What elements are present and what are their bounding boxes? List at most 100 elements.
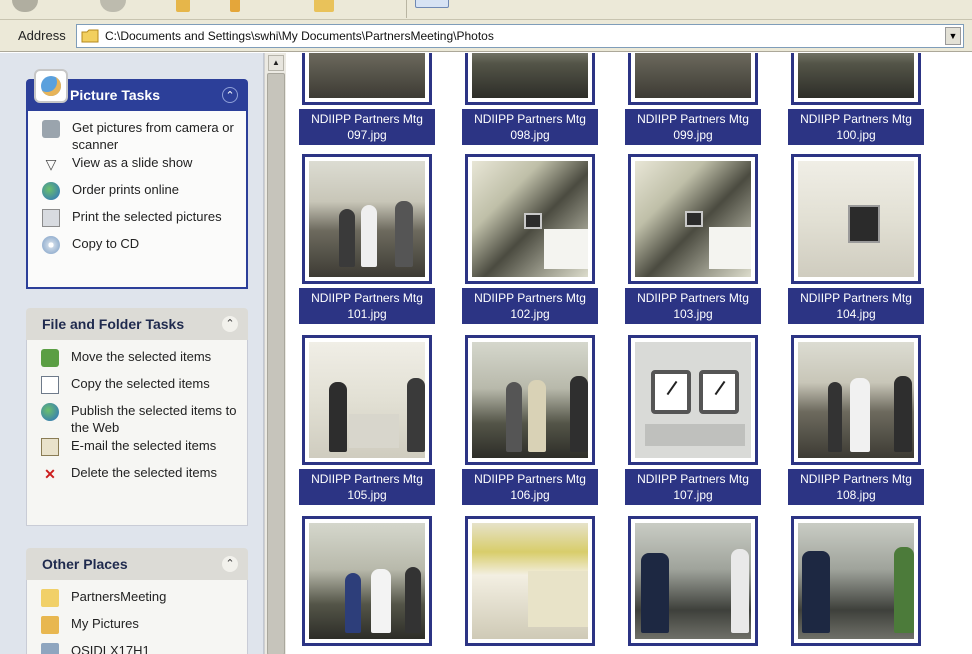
place-label: PartnersMeeting <box>71 589 167 604</box>
task-copy-items[interactable]: Copy the selected items <box>41 375 239 401</box>
thumbnail-photo <box>309 53 425 98</box>
folders-button[interactable] <box>314 0 334 12</box>
address-bar: Address C:\Documents and Settings\swhi\M… <box>0 20 972 52</box>
thumbnail-caption: NDIIPP Partners Mtg 106.jpg <box>462 469 598 505</box>
place-my-pictures[interactable]: My Pictures <box>41 615 239 641</box>
thumbnail-frame <box>302 154 432 284</box>
task-label: E-mail the selected items <box>71 438 217 453</box>
thumbnail-frame <box>791 53 921 105</box>
scroll-thumb[interactable] <box>267 73 285 654</box>
slideshow-icon: ▽ <box>45 156 57 172</box>
place-partnersmeeting[interactable]: PartnersMeeting <box>41 588 239 614</box>
thumbnail-item[interactable]: NDIIPP Partners Mtg 097.jpg <box>299 53 435 145</box>
thumbnail-caption: NDIIPP Partners Mtg 102.jpg <box>462 288 598 324</box>
thumbnail-item[interactable]: NDIIPP Partners Mtg 103.jpg <box>625 154 761 324</box>
cd-icon <box>42 236 60 254</box>
thumbnail-caption: NDIIPP Partners Mtg 099.jpg <box>625 109 761 145</box>
thumbnail-item[interactable] <box>465 516 595 650</box>
task-label: Delete the selected items <box>71 465 217 480</box>
task-print-pictures[interactable]: Print the selected pictures <box>42 208 238 234</box>
other-places-header[interactable]: Other Places ⌃ <box>26 548 248 580</box>
copy-icon <box>41 376 59 394</box>
task-label: Copy to CD <box>72 236 140 251</box>
task-move-items[interactable]: Move the selected items <box>41 348 239 374</box>
thumbnail-item[interactable]: NDIIPP Partners Mtg 106.jpg <box>462 335 598 505</box>
thumbnail-photo <box>798 342 914 458</box>
thumbnail-item[interactable] <box>791 516 921 650</box>
thumbnail-frame <box>465 335 595 465</box>
task-publish-web[interactable]: Publish the selected items to the Web <box>41 402 239 436</box>
thumbnail-photo <box>635 161 751 277</box>
thumbnail-caption: NDIIPP Partners Mtg 101.jpg <box>299 288 435 324</box>
task-order-prints[interactable]: Order prints online <box>42 181 238 207</box>
place-computer[interactable]: OSIDLX17H1 <box>41 642 239 654</box>
task-get-pictures[interactable]: Get pictures from camera or scanner <box>42 119 238 153</box>
thumbnail-frame <box>302 335 432 465</box>
thumbnail-photo <box>635 53 751 98</box>
thumbnail-item[interactable]: NDIIPP Partners Mtg 099.jpg <box>625 53 761 145</box>
thumbnail-photo <box>635 523 751 639</box>
email-icon <box>41 438 59 456</box>
thumbnail-caption: NDIIPP Partners Mtg 107.jpg <box>625 469 761 505</box>
views-button[interactable] <box>415 0 449 8</box>
task-label: Publish the selected items to the Web <box>71 403 237 435</box>
task-slide-show[interactable]: ▽ View as a slide show <box>42 154 238 180</box>
task-delete-items[interactable]: ✕ Delete the selected items <box>41 464 239 490</box>
task-pane-scrollbar[interactable]: ▲ <box>264 53 286 654</box>
thumbnail-item[interactable]: NDIIPP Partners Mtg 105.jpg <box>299 335 435 505</box>
thumbnail-item[interactable]: NDIIPP Partners Mtg 104.jpg <box>788 154 924 324</box>
camera-icon <box>42 120 60 138</box>
thumbnail-caption: NDIIPP Partners Mtg 108.jpg <box>788 469 924 505</box>
thumbnail-item[interactable]: NDIIPP Partners Mtg 102.jpg <box>462 154 598 324</box>
thumbnail-item[interactable]: NDIIPP Partners Mtg 101.jpg <box>299 154 435 324</box>
thumbnail-grid: NDIIPP Partners Mtg 097.jpg NDIIPP Partne… <box>286 53 972 654</box>
picture-tasks-header[interactable]: Picture Tasks ⌃ <box>26 69 248 111</box>
thumbnail-frame <box>791 335 921 465</box>
thumbnail-photo <box>472 523 588 639</box>
thumbnail-item[interactable]: NDIIPP Partners Mtg 107.jpg <box>625 335 761 505</box>
thumbnail-photo <box>798 161 914 277</box>
thumbnail-item[interactable] <box>302 516 432 650</box>
thumbnail-frame <box>465 516 595 646</box>
task-label: Print the selected pictures <box>72 209 222 224</box>
collapse-icon[interactable]: ⌃ <box>222 87 238 103</box>
thumbnail-frame <box>465 154 595 284</box>
search-button[interactable] <box>230 0 240 12</box>
other-places-panel: Other Places ⌃ PartnersMeeting My Pictur… <box>26 548 248 654</box>
back-button[interactable] <box>12 0 38 12</box>
task-email-items[interactable]: E-mail the selected items <box>41 437 239 463</box>
thumbnail-photo <box>635 342 751 458</box>
file-folder-tasks-header[interactable]: File and Folder Tasks ⌃ <box>26 308 248 340</box>
task-copy-to-cd[interactable]: Copy to CD <box>42 235 238 261</box>
thumbnail-item[interactable]: NDIIPP Partners Mtg 100.jpg <box>788 53 924 145</box>
thumbnail-frame <box>302 516 432 646</box>
printer-icon <box>42 209 60 227</box>
thumbnail-frame <box>465 53 595 105</box>
thumbnail-item[interactable]: NDIIPP Partners Mtg 098.jpg <box>462 53 598 145</box>
task-pane: Picture Tasks ⌃ Get pictures from camera… <box>0 53 264 654</box>
task-label: Get pictures from camera or scanner <box>72 120 234 152</box>
thumbnail-photo <box>798 523 914 639</box>
task-label: Copy the selected items <box>71 376 210 391</box>
address-input[interactable]: C:\Documents and Settings\swhi\My Docume… <box>76 24 964 48</box>
address-dropdown-button[interactable]: ▼ <box>945 27 961 45</box>
file-folder-tasks-panel: File and Folder Tasks ⌃ Move the selecte… <box>26 308 248 526</box>
scroll-up-button[interactable]: ▲ <box>268 55 284 71</box>
up-folder-button[interactable] <box>176 0 190 12</box>
address-label: Address <box>18 28 66 43</box>
collapse-icon[interactable]: ⌃ <box>222 556 238 572</box>
collapse-icon[interactable]: ⌃ <box>222 316 238 332</box>
thumbnail-caption: NDIIPP Partners Mtg 100.jpg <box>788 109 924 145</box>
file-folder-tasks-list: Move the selected items Copy the selecte… <box>26 340 248 526</box>
thumbnail-frame <box>628 154 758 284</box>
thumbnail-caption: NDIIPP Partners Mtg 105.jpg <box>299 469 435 505</box>
picture-tasks-panel: Picture Tasks ⌃ Get pictures from camera… <box>26 69 248 289</box>
thumbnail-frame <box>628 516 758 646</box>
forward-button[interactable] <box>100 0 126 12</box>
move-icon <box>41 349 59 367</box>
thumbnail-item[interactable] <box>628 516 758 650</box>
folder-icon <box>41 589 59 607</box>
other-places-list: PartnersMeeting My Pictures OSIDLX17H1 <box>26 580 248 654</box>
other-places-title: Other Places <box>42 556 128 572</box>
thumbnail-item[interactable]: NDIIPP Partners Mtg 108.jpg <box>788 335 924 505</box>
